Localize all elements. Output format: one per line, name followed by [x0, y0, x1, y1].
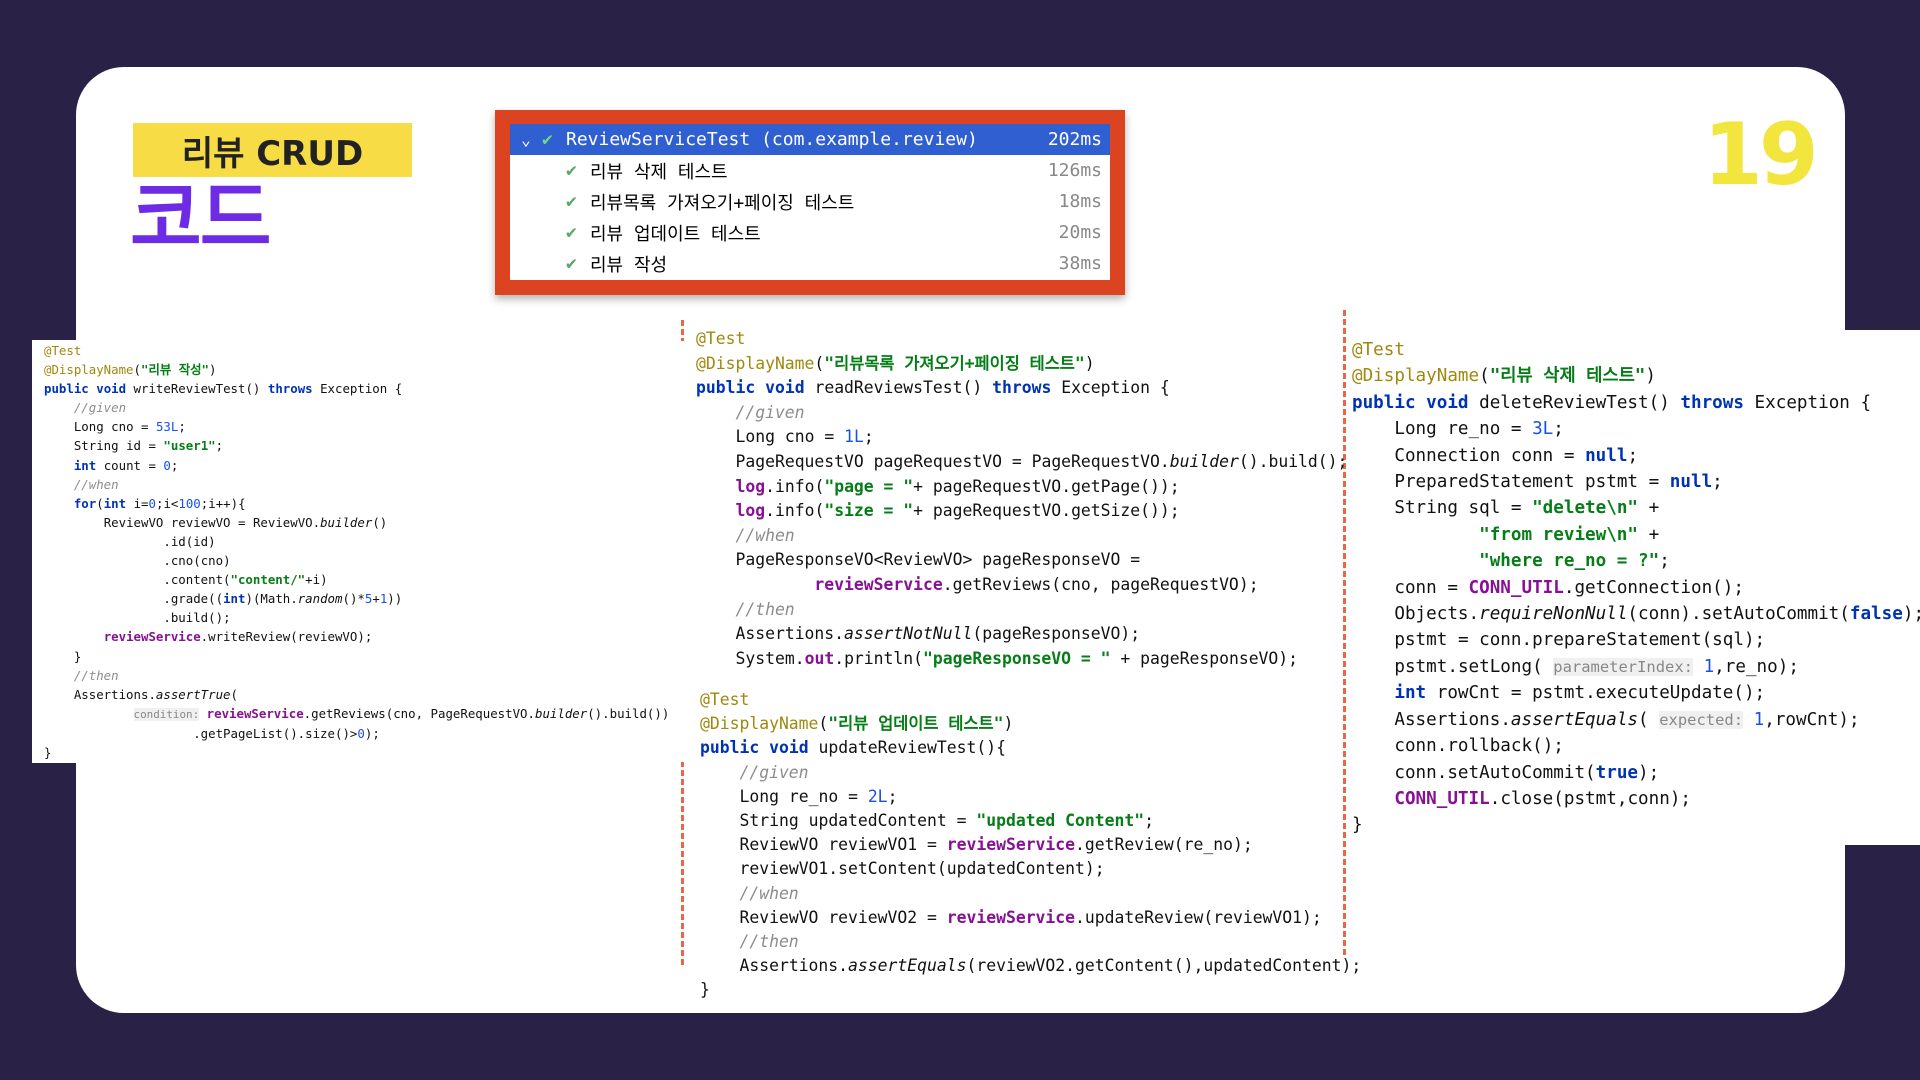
code-line: conn = CONN_UTIL.getConnection();	[1394, 577, 1744, 598]
test-time: 38ms	[1058, 253, 1102, 274]
test-name: 리뷰목록 가져오기+페이징 테스트	[590, 192, 855, 214]
code-line: }	[1352, 815, 1363, 836]
test-suite-time: 202ms	[1047, 129, 1102, 150]
code-line: ReviewVO reviewVO = ReviewVO.builder()	[103, 514, 388, 530]
code-line: }	[700, 980, 710, 1000]
code-line: .cno(cno)	[163, 553, 231, 569]
code-line: Assertions.assertNotNull(pageResponseVO)…	[735, 624, 1141, 644]
code-line: Long cno = 1L;	[735, 427, 874, 447]
code-line: Long re_no = 2L;	[739, 786, 898, 806]
code-line: String id = "user1";	[73, 438, 224, 454]
code-line: //then	[44, 667, 119, 683]
code-panel-read-test: @Test @DisplayName("리뷰목록 가져오기+페이징 테스트") pu…	[696, 327, 1348, 672]
code-line: Assertions.assertEquals(reviewVO2.getCon…	[739, 956, 1362, 976]
code-line: //given	[700, 762, 809, 782]
code-line: PreparedStatement pstmt = null;	[1394, 472, 1723, 493]
check-icon: ✔	[566, 222, 577, 243]
code-line: Connection conn = null;	[1394, 445, 1639, 466]
test-name: 리뷰 업데이트 테스트	[590, 223, 761, 245]
test-runner-panel: ⌄ ✔ ReviewServiceTest (com.example.revie…	[495, 110, 1125, 295]
check-icon: ✔	[566, 191, 577, 212]
test-name: 리뷰 작성	[590, 254, 668, 276]
code-line: Assertions.assertEquals( expected: 1,row…	[1394, 709, 1860, 730]
code-line: //when	[700, 883, 799, 903]
code-line: log.info("size = "+ pageRequestVO.getSiz…	[735, 501, 1180, 521]
code-line: public void readReviewsTest() throws Exc…	[696, 378, 1170, 398]
code-line: @DisplayName("리뷰 작성")	[44, 362, 217, 378]
chevron-down-icon[interactable]: ⌄	[510, 130, 542, 149]
code-line: }	[73, 648, 82, 664]
code-line: reviewService.getReviews(cno, pageReques…	[814, 574, 1259, 594]
test-suite-row[interactable]: ⌄ ✔ ReviewServiceTest (com.example.revie…	[510, 124, 1110, 155]
code-line: CONN_UTIL.close(pstmt,conn);	[1394, 788, 1691, 809]
code-line: conn.rollback();	[1394, 736, 1564, 757]
code-line: reviewVO1.setContent(updatedContent);	[739, 859, 1105, 879]
code-line: Long re_no = 3L;	[1394, 419, 1564, 440]
code-line: conn.setAutoCommit(true);	[1394, 762, 1660, 783]
test-row[interactable]: ✔ 리뷰목록 가져오기+페이징 테스트 18ms	[510, 186, 1110, 217]
code-line: "where re_no = ?";	[1479, 551, 1670, 572]
code-line: int count = 0;	[73, 457, 179, 473]
code-panel-delete-test: @Test @DisplayName("리뷰 삭제 테스트") public voi…	[1352, 337, 1920, 839]
code-line: @DisplayName("리뷰 업데이트 테스트")	[700, 714, 1014, 734]
code-line: @Test	[44, 343, 82, 358]
code-line: System.out.println("pageResponseVO = " +…	[735, 648, 1299, 668]
code-line: .grade((int)(Math.random()*5+1))	[163, 591, 403, 607]
code-line: int rowCnt = pstmt.executeUpdate();	[1394, 683, 1766, 704]
code-line: pstmt = conn.prepareStatement(sql);	[1394, 630, 1766, 651]
section-badge: 리뷰 CRUD	[133, 123, 412, 177]
code-line: for(int i=0;i<100;i++){	[73, 495, 246, 511]
test-row[interactable]: ✔ 리뷰 작성 38ms	[510, 248, 1110, 279]
code-line: Long cno = 53L;	[73, 419, 186, 435]
test-name: 리뷰 삭제 테스트	[590, 161, 728, 183]
code-line: condition: reviewService.getReviews(cno,…	[133, 705, 670, 721]
test-row[interactable]: ✔ 리뷰 삭제 테스트 126ms	[510, 155, 1110, 186]
code-line: reviewService.writeReview(reviewVO);	[103, 629, 373, 645]
code-line: String sql = "delete\n" +	[1394, 498, 1660, 519]
code-line: //then	[700, 932, 799, 952]
code-line: @Test	[1352, 340, 1405, 360]
code-panel-update-test: @Test @DisplayName("리뷰 업데이트 테스트") public v…	[700, 688, 1362, 1003]
test-time: 20ms	[1058, 222, 1102, 243]
code-line: ReviewVO reviewVO2 = reviewService.updat…	[739, 907, 1322, 927]
code-line: PageRequestVO pageRequestVO = PageReques…	[735, 451, 1348, 471]
slide-subtitle: 코드	[130, 174, 272, 264]
code-panel-write-test: @Test @DisplayName("리뷰 작성") public void wr…	[44, 341, 684, 763]
check-icon: ✔	[566, 160, 577, 181]
code-line: //given	[696, 402, 805, 422]
code-line: @DisplayName("리뷰목록 가져오기+페이징 테스트")	[696, 353, 1095, 373]
check-icon: ✔	[542, 129, 553, 150]
code-line: }	[44, 744, 52, 760]
code-line: "from review\n" +	[1479, 524, 1660, 545]
code-line: .getPageList().size()>0);	[193, 725, 380, 741]
divider-right	[1343, 310, 1346, 955]
test-suite-name: ReviewServiceTest (com.example.review)	[566, 129, 978, 150]
code-line: .build();	[163, 610, 231, 626]
test-time: 18ms	[1058, 191, 1102, 212]
test-results-tree: ⌄ ✔ ReviewServiceTest (com.example.revie…	[510, 124, 1110, 280]
test-row[interactable]: ✔ 리뷰 업데이트 테스트 20ms	[510, 217, 1110, 248]
code-line: //then	[696, 599, 795, 619]
code-line: Objects.requireNonNull(conn).setAutoComm…	[1394, 604, 1920, 625]
page-number: 19	[1703, 105, 1819, 205]
code-line: .content("content/"+i)	[163, 572, 328, 588]
code-line: public void updateReviewTest(){	[700, 738, 1006, 758]
code-line: pstmt.setLong( parameterIndex: 1,re_no);	[1394, 656, 1799, 677]
code-line: ReviewVO reviewVO1 = reviewService.getRe…	[739, 835, 1253, 855]
code-line: log.info("page = "+ pageRequestVO.getPag…	[735, 476, 1180, 496]
code-line: @Test	[700, 690, 750, 709]
code-line: .id(id)	[163, 533, 216, 549]
test-time: 126ms	[1047, 160, 1102, 181]
code-line: String updatedContent = "updated Content…	[739, 811, 1154, 831]
code-line: PageResponseVO<ReviewVO> pageResponseVO …	[735, 550, 1141, 570]
code-line: @DisplayName("리뷰 삭제 테스트")	[1352, 366, 1656, 387]
code-line: public void deleteReviewTest() throws Ex…	[1352, 392, 1872, 413]
code-line: //when	[44, 476, 119, 492]
check-icon: ✔	[566, 253, 577, 274]
code-line: Assertions.assertTrue(	[73, 686, 238, 702]
code-line: //given	[44, 400, 127, 416]
code-line: @Test	[696, 329, 746, 348]
code-line: public void writeReviewTest() throws Exc…	[44, 381, 403, 397]
code-line: //when	[696, 525, 795, 545]
